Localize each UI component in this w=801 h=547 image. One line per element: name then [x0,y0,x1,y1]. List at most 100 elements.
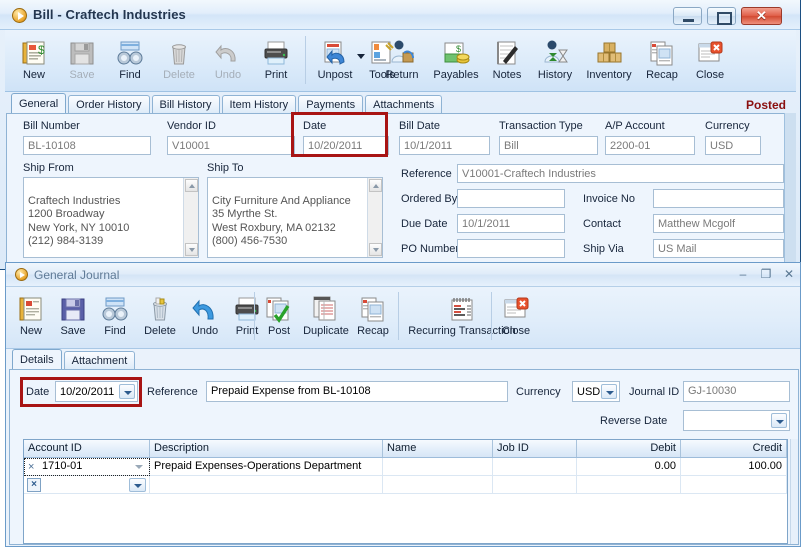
bill-date-field[interactable]: 10/1/2011 [399,136,490,155]
chevron-down-icon[interactable] [132,460,146,473]
scroll-down-icon[interactable] [369,243,382,256]
cell-description[interactable]: Prepaid Expenses-Operations Department [150,458,383,475]
due-date-field[interactable]: 10/1/2011 [457,214,565,233]
cell-credit[interactable]: 100.00 [681,458,787,475]
journal-window-titlebar[interactable]: General Journal – ❐ ✕ [6,263,800,287]
scroll-up-icon[interactable] [185,179,198,192]
toolbar-save-button[interactable]: Save [58,36,106,81]
due-date-label: Due Date [401,218,448,230]
table-row[interactable]: 1710-01 × Prepaid Expenses-Operations De… [24,458,787,476]
po-number-field[interactable] [457,239,565,258]
chevron-down-icon[interactable] [601,384,617,399]
journal-currency-field[interactable]: USD [572,381,620,402]
journal-reference-field[interactable]: Prepaid Expense from BL-10108 [206,381,508,402]
toolbar-save-button[interactable]: Save [52,292,94,337]
tab-item-history[interactable]: Item History [221,95,297,114]
toolbar-undo-button[interactable]: Undo [204,36,252,81]
toolbar-print-button[interactable]: Print [252,36,300,81]
bill-number-field[interactable]: BL-10108 [23,136,151,155]
transaction-type-field[interactable]: Bill [499,136,598,155]
chevron-down-icon[interactable] [119,384,135,399]
close-button[interactable]: ✕ [741,7,782,25]
maximize-button[interactable] [707,7,736,25]
toolbar-return-button[interactable]: Return [376,36,428,81]
cell-job-id[interactable] [493,476,577,493]
vendor-id-field[interactable]: V10001 [167,136,295,155]
toolbar-payables-button[interactable]: $ Payables [428,36,484,81]
chevron-down-icon[interactable] [129,478,146,492]
toolbar-label: Inventory [586,69,632,81]
toolbar-new-button[interactable]: $ New [10,36,58,81]
invoice-no-field[interactable] [653,189,784,208]
reverse-date-label: Reverse Date [600,415,668,427]
toolbar-history-button[interactable]: History [530,36,580,81]
ordered-by-field[interactable] [457,189,565,208]
reference-field[interactable]: V10001-Craftech Industries [457,164,784,183]
tab-general[interactable]: General [11,93,67,114]
toolbar-find-button[interactable]: Find [106,36,154,81]
chevron-down-icon[interactable] [771,413,787,428]
cell-name[interactable] [383,476,493,493]
minimize-button[interactable] [673,7,702,25]
contact-field[interactable]: Matthew Mcgolf [653,214,784,233]
toolbar-find-button[interactable]: Find [94,292,136,337]
toolbar-delete-button[interactable]: Delete [136,292,184,337]
ship-to-field[interactable]: City Furniture And Appliance 35 Myrthe S… [207,177,383,258]
toolbar-close-button[interactable]: Close [686,36,734,81]
tab-payments[interactable]: Payments [298,95,364,114]
ship-from-scrollbar[interactable] [183,178,198,257]
cell-debit[interactable]: 0.00 [577,458,681,475]
reverse-date-field[interactable] [683,410,790,431]
cell-job-id[interactable] [493,458,577,475]
toolbar-inventory-button[interactable]: Inventory [580,36,638,81]
toolbar-post-button[interactable]: Post [258,292,300,337]
tab-bill-history[interactable]: Bill History [151,95,220,114]
toolbar-close-button[interactable]: Close [495,292,537,337]
tab-attachment[interactable]: Attachment [63,351,136,370]
maximize-button[interactable]: ❐ [758,267,774,283]
currency-field[interactable]: USD [705,136,761,155]
date-field[interactable]: 10/20/2011 [303,136,389,155]
toolbar-notes-button[interactable]: Notes [484,36,530,81]
tab-attachments[interactable]: Attachments [365,95,443,114]
cell-credit[interactable] [681,476,787,493]
column-header-job-id[interactable]: Job ID [493,440,577,457]
scroll-down-icon[interactable] [185,243,198,256]
journal-date-field[interactable]: 10/20/2011 [55,381,138,402]
toolbar-duplicate-button[interactable]: Duplicate [300,292,352,337]
journal-lines-grid[interactable]: Account ID Description Name Job ID Debit… [23,439,788,544]
row-delete-icon[interactable]: × [27,478,41,492]
toolbar-unpost-button[interactable]: Unpost [310,36,360,81]
row-delete-icon[interactable]: × [28,461,34,473]
ship-to-scrollbar[interactable] [367,178,382,257]
toolbar-recap-button[interactable]: Recap [352,292,394,337]
tab-order-history[interactable]: Order History [68,95,150,114]
ship-from-field[interactable]: Craftech Industries 1200 Broadway New Yo… [23,177,199,258]
column-header-debit[interactable]: Debit [577,440,681,457]
scroll-up-icon[interactable] [369,179,382,192]
column-header-description[interactable]: Description [150,440,383,457]
status-badge: Posted [745,98,786,112]
toolbar-recap-button[interactable]: Recap [638,36,686,81]
column-header-account-id[interactable]: Account ID [24,440,150,457]
toolbar-delete-button[interactable]: Delete [154,36,204,81]
bill-panel-scrollbar[interactable] [784,113,796,265]
minimize-button[interactable]: – [735,267,751,283]
cell-description[interactable] [150,476,383,493]
close-button[interactable]: ✕ [781,267,797,283]
ship-via-field[interactable]: US Mail [653,239,784,258]
table-row[interactable]: × [24,476,787,494]
column-header-credit[interactable]: Credit [681,440,787,457]
tab-details[interactable]: Details [12,349,62,370]
toolbar-new-button[interactable]: New [10,292,52,337]
cell-debit[interactable] [577,476,681,493]
toolbar-label: Close [695,69,725,81]
journal-id-field[interactable]: GJ-10030 [683,381,790,402]
chevron-down-icon[interactable] [357,54,365,59]
ap-account-field[interactable]: 2200-01 [605,136,695,155]
column-header-name[interactable]: Name [383,440,493,457]
grid-scrollbar[interactable] [790,439,798,544]
bill-window-titlebar[interactable]: Bill - Craftech Industries ✕ [0,0,800,30]
cell-name[interactable] [383,458,493,475]
toolbar-undo-button[interactable]: Undo [184,292,226,337]
